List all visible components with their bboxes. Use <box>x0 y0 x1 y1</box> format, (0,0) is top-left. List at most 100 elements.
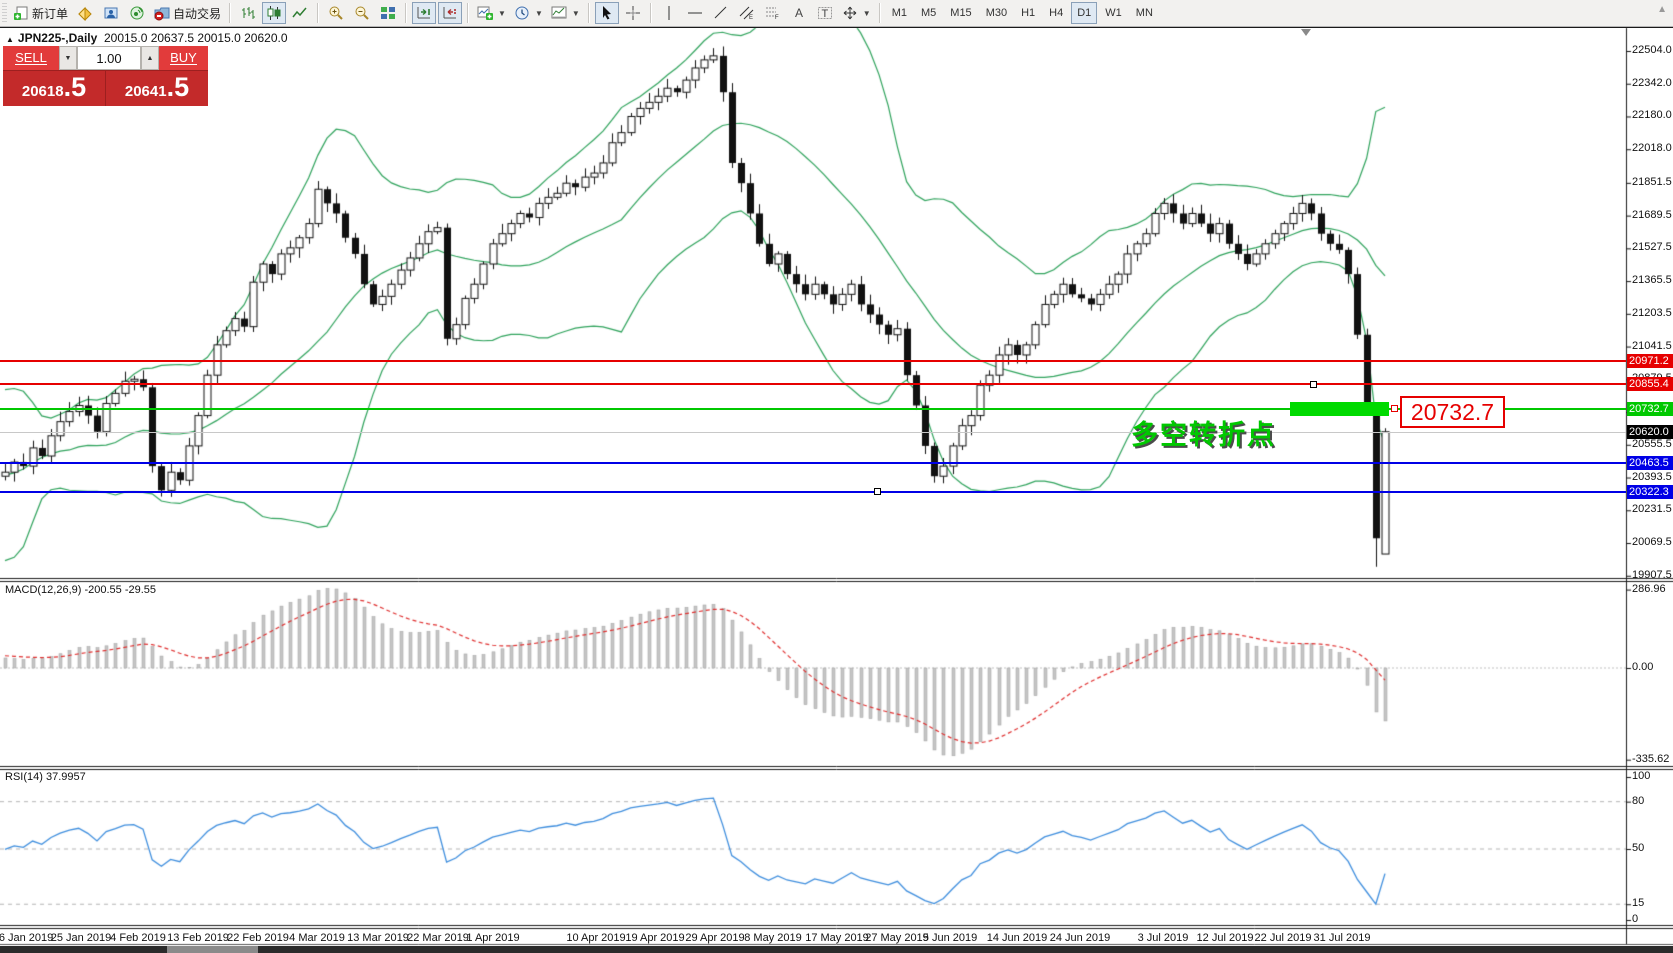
toolbar-separator <box>588 3 590 23</box>
sell-button[interactable]: SELL <box>3 46 59 70</box>
zoom-out-button[interactable] <box>350 2 374 24</box>
bid-price-tag: 20620.0 <box>1627 425 1673 439</box>
horizontal-line-icon <box>687 5 703 21</box>
rsi-axis-tick: 80 <box>1632 795 1644 807</box>
indicators-button[interactable]: ▼ <box>474 2 509 24</box>
price-axis-tick: 22342.0 <box>1632 77 1672 89</box>
volume-increase-button[interactable]: ▲ <box>141 46 159 70</box>
chart-shift-button[interactable] <box>438 2 462 24</box>
arrows-tool-button[interactable]: ▼ <box>839 2 874 24</box>
cursor-icon <box>599 5 615 21</box>
object-handle[interactable] <box>1391 405 1398 412</box>
label-tool-button[interactable]: T <box>813 2 837 24</box>
date-label: 10 Apr 2019 <box>566 932 625 944</box>
rsi-axis-tick: 100 <box>1632 770 1650 782</box>
date-label: 8 May 2019 <box>744 932 801 944</box>
symbol-period-label: JPN225-,Daily <box>18 31 97 45</box>
metaeditor-button[interactable] <box>73 2 97 24</box>
date-label: 5 Jun 2019 <box>923 932 977 944</box>
object-handle[interactable] <box>874 488 881 495</box>
vertical-line-tool-button[interactable] <box>657 2 681 24</box>
price-axis-tick: 19907.5 <box>1632 569 1672 581</box>
collapse-panel-icon[interactable]: ▲ <box>6 35 14 44</box>
tile-windows-icon <box>380 5 396 21</box>
document-plus-icon <box>13 5 29 21</box>
timeframe-button-h4[interactable]: H4 <box>1043 2 1069 24</box>
auto-trading-button[interactable]: 自动交易 <box>151 2 224 24</box>
timeframe-button-w1[interactable]: W1 <box>1099 2 1128 24</box>
buy-button[interactable]: BUY <box>159 46 208 70</box>
date-label: 24 Jun 2019 <box>1050 932 1111 944</box>
date-label: 29 Apr 2019 <box>685 932 744 944</box>
signals-button[interactable] <box>125 2 149 24</box>
sell-price[interactable]: 20618.5 <box>3 71 105 106</box>
community-button[interactable] <box>99 2 123 24</box>
vertical-line-icon <box>661 5 677 21</box>
toolbar-separator <box>650 3 652 23</box>
date-label: 25 Jan 2019 <box>51 932 112 944</box>
level-line-20322.3[interactable] <box>0 491 1626 493</box>
level-line-20971.2[interactable] <box>0 360 1626 362</box>
dropdown-arrow-icon: ▼ <box>498 9 506 18</box>
spin-up-icon: ▲ <box>147 55 154 62</box>
templates-button[interactable]: ▼ <box>548 2 583 24</box>
indicator-plus-icon <box>477 5 493 21</box>
periods-button[interactable]: ▼ <box>511 2 546 24</box>
level-line-20855.4[interactable] <box>0 383 1626 385</box>
toolbar-separator <box>467 3 469 23</box>
timeframe-button-m30[interactable]: M30 <box>980 2 1013 24</box>
folder-stop-icon <box>154 5 170 21</box>
bar-chart-type-button[interactable] <box>236 2 260 24</box>
price-tag-20855.4: 20855.4 <box>1627 377 1673 391</box>
channel-tool-button[interactable]: E <box>735 2 759 24</box>
horizontal-line-tool-button[interactable] <box>683 2 707 24</box>
scrollbar-thumb[interactable] <box>167 946 258 953</box>
timeframe-button-m15[interactable]: M15 <box>944 2 977 24</box>
timeframe-button-m1[interactable]: M1 <box>886 2 913 24</box>
text-tool-button[interactable]: A <box>787 2 811 24</box>
chart-shift-marker-icon[interactable] <box>1301 29 1311 36</box>
crosshair-tool-button[interactable] <box>621 2 645 24</box>
macd-axis-tick: -335.62 <box>1632 753 1669 765</box>
level-line-20463.5[interactable] <box>0 462 1626 464</box>
timeframe-button-m5[interactable]: M5 <box>915 2 942 24</box>
text-label-icon: T <box>817 5 833 21</box>
macd-label: MACD(12,26,9) -200.55 -29.55 <box>5 584 156 596</box>
pivot-annotation-text[interactable]: 多空转折点 <box>1131 413 1276 452</box>
toolbar-overflow-icon[interactable]: ▲ <box>1657 4 1667 15</box>
tile-windows-button[interactable] <box>376 2 400 24</box>
new-order-button[interactable]: 新订单 <box>10 2 71 24</box>
timeframe-button-d1[interactable]: D1 <box>1071 2 1097 24</box>
signal-waves-icon <box>129 5 145 21</box>
timeframe-button-mn[interactable]: MN <box>1130 2 1159 24</box>
fibonacci-tool-button[interactable]: F <box>761 2 785 24</box>
main-toolbar: 新订单 自动交易 <box>0 0 1673 27</box>
toolbar-separator <box>229 3 231 23</box>
line-chart-type-button[interactable] <box>288 2 312 24</box>
buy-price[interactable]: 20641.5 <box>106 71 208 106</box>
dropdown-arrow-icon: ▼ <box>535 9 543 18</box>
green-highlight-rectangle[interactable] <box>1290 402 1389 416</box>
object-handle[interactable] <box>1310 381 1317 388</box>
date-label: 13 Mar 2019 <box>347 932 409 944</box>
price-axis-tick: 20555.5 <box>1632 438 1672 450</box>
date-label: 3 Jul 2019 <box>1138 932 1189 944</box>
horizontal-scrollbar[interactable] <box>0 946 1673 953</box>
date-label: 13 Feb 2019 <box>167 932 229 944</box>
date-label: 17 May 2019 <box>805 932 869 944</box>
price-axis-tick: 20231.5 <box>1632 503 1672 515</box>
candlestick-chart-type-button[interactable] <box>262 2 286 24</box>
zoom-in-button[interactable] <box>324 2 348 24</box>
price-axis-tick: 20393.5 <box>1632 471 1672 483</box>
timeframe-button-h1[interactable]: H1 <box>1015 2 1041 24</box>
cursor-tool-button[interactable] <box>595 2 619 24</box>
new-order-label: 新订单 <box>32 5 68 22</box>
auto-scroll-button[interactable] <box>412 2 436 24</box>
bid-price-line <box>0 432 1626 433</box>
volume-input[interactable] <box>77 46 141 70</box>
chart-title: ▲JPN225-,Daily 20015.0 20637.5 20015.0 2… <box>6 31 288 45</box>
volume-decrease-button[interactable]: ▼ <box>59 46 77 70</box>
trendline-tool-button[interactable] <box>709 2 733 24</box>
chart-canvas[interactable] <box>0 0 1673 953</box>
price-flag-label[interactable]: 20732.7 <box>1400 396 1505 428</box>
